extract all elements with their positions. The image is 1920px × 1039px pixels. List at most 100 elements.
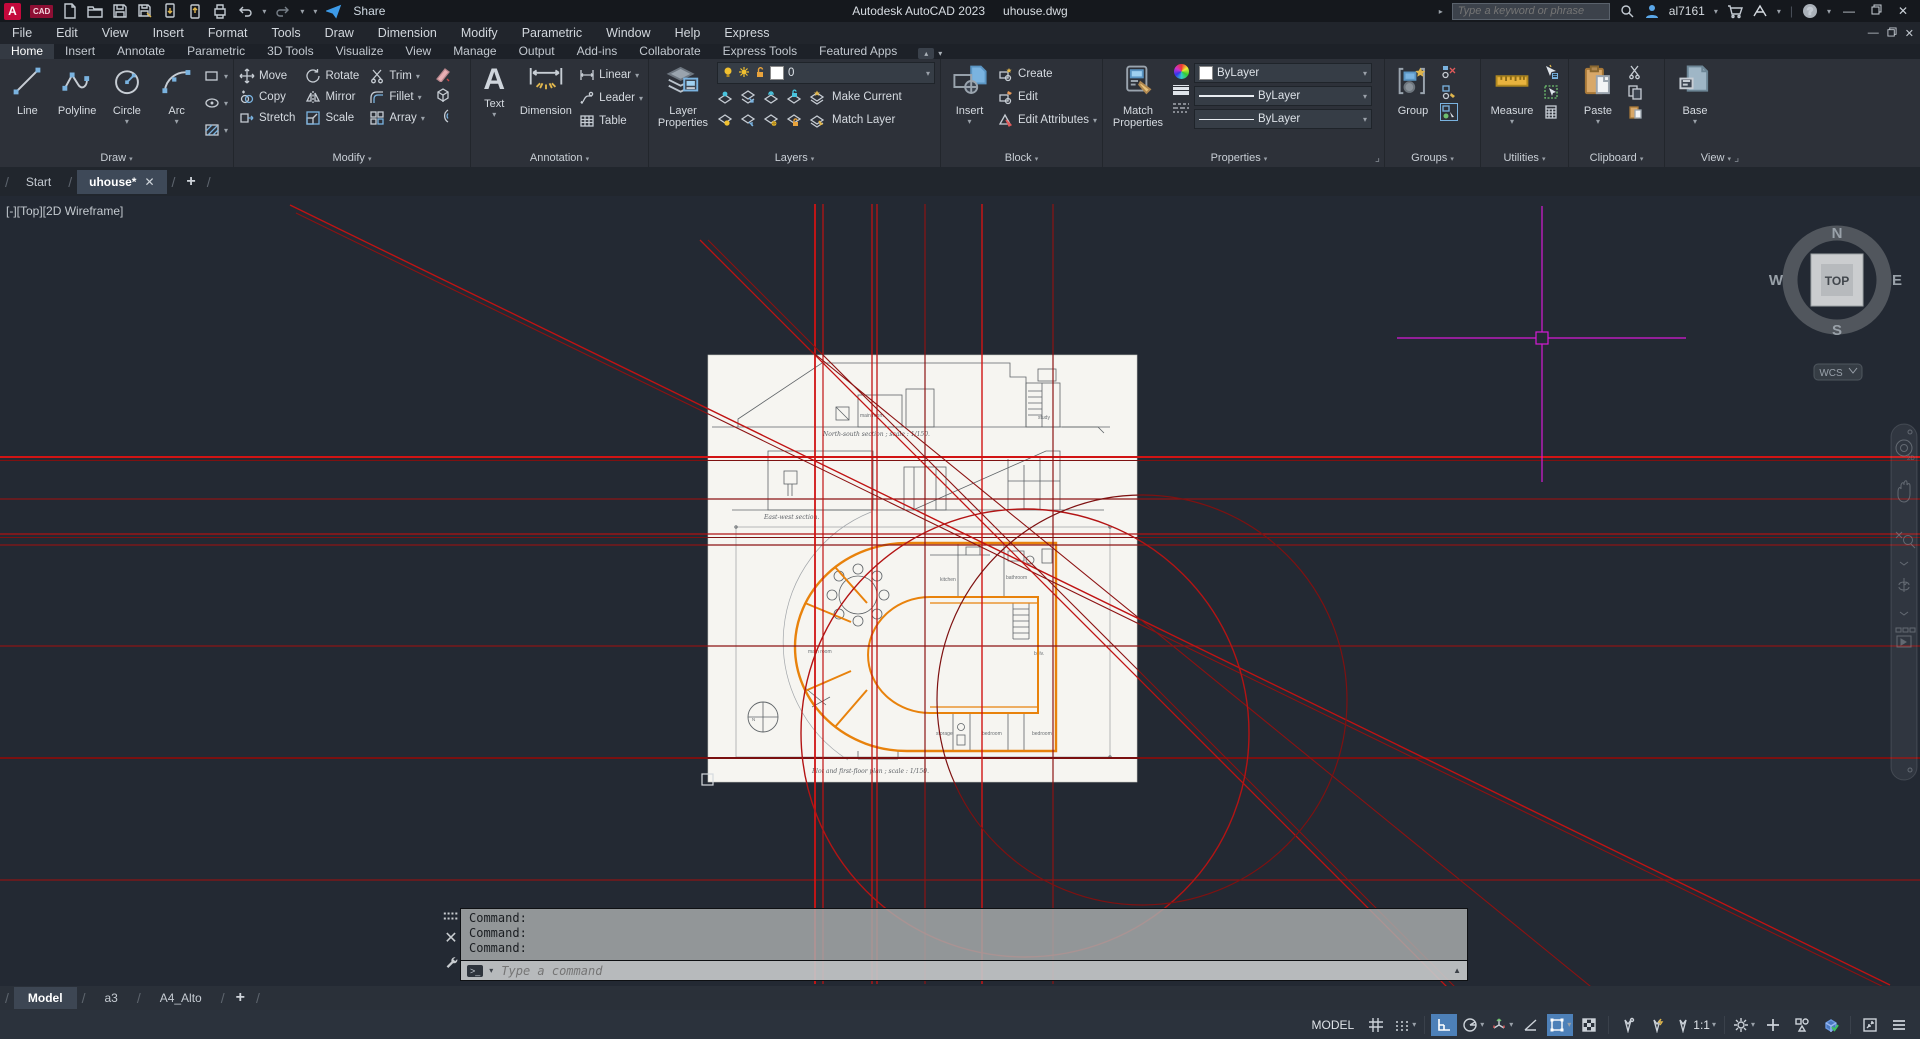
layer-freeze-icon[interactable] xyxy=(763,89,779,105)
new-drawing-tab-button[interactable]: + xyxy=(180,173,201,191)
save-as-icon[interactable] xyxy=(137,3,153,19)
app-minimize-button[interactable]: — xyxy=(1840,4,1858,18)
ribbon-minimize-button[interactable]: ▴ xyxy=(918,48,935,59)
menu-file[interactable]: File xyxy=(0,22,44,44)
paste-caret[interactable]: ▾ xyxy=(1596,117,1600,126)
arc-caret[interactable]: ▾ xyxy=(175,117,179,126)
autodesk-caret[interactable]: ▾ xyxy=(1777,7,1781,16)
ellipse-icon[interactable] xyxy=(204,95,220,111)
arc-button[interactable]: Arc ▾ xyxy=(154,62,199,151)
open-from-web-icon[interactable] xyxy=(162,3,178,19)
line-button[interactable]: Line xyxy=(5,62,50,151)
viewcube[interactable]: TOP N S W E WCS xyxy=(1769,225,1902,381)
layer-select-combo[interactable]: 0 ▾ xyxy=(717,62,935,84)
undo-caret[interactable]: ▾ xyxy=(262,7,266,16)
ribbon-tab-home[interactable]: Home xyxy=(0,44,55,59)
panel-label-modify[interactable]: Modify ▾ xyxy=(234,151,470,167)
explode-icon[interactable] xyxy=(435,87,451,103)
quick-select-icon[interactable] xyxy=(1543,64,1559,80)
open-folder-icon[interactable] xyxy=(87,3,104,19)
fillet-caret[interactable]: ▾ xyxy=(418,93,422,102)
view-launcher-icon[interactable]: ⌟ xyxy=(1734,152,1739,164)
app-close-button[interactable]: ✕ xyxy=(1894,4,1912,18)
share-icon[interactable] xyxy=(326,3,342,19)
layer-lock-icon[interactable] xyxy=(786,89,802,105)
panel-label-view[interactable]: View ▾ ⌟ xyxy=(1665,151,1775,167)
customize-menu-button[interactable] xyxy=(1886,1014,1912,1036)
measure-button[interactable]: Measure ▾ xyxy=(1486,62,1538,151)
ribbon-tab-parametric[interactable]: Parametric xyxy=(176,44,256,59)
select-similar-icon[interactable] xyxy=(1543,84,1559,100)
user-avatar-icon[interactable] xyxy=(1644,3,1660,19)
command-window[interactable]: Command: Command: Command: >_ ▾ ▲ xyxy=(460,908,1468,981)
linear-button[interactable]: Linear ▾ xyxy=(579,65,643,85)
match-layer-label[interactable]: Match Layer xyxy=(832,114,895,126)
viewcube-west[interactable]: W xyxy=(1769,272,1784,289)
new-file-icon[interactable] xyxy=(62,3,78,19)
doc-close-button[interactable]: ✕ xyxy=(1905,27,1914,40)
command-close-icon[interactable]: ✕ xyxy=(444,928,457,948)
layer-isolate-icon[interactable] xyxy=(740,89,756,105)
menu-parametric[interactable]: Parametric xyxy=(510,22,594,44)
hatch-icon[interactable] xyxy=(204,122,220,138)
menu-modify[interactable]: Modify xyxy=(449,22,510,44)
ribbon-tab-output[interactable]: Output xyxy=(508,44,566,59)
array-caret[interactable]: ▾ xyxy=(421,114,425,123)
new-layout-button[interactable]: + xyxy=(230,989,251,1007)
menu-window[interactable]: Window xyxy=(594,22,662,44)
make-current-icon[interactable] xyxy=(809,89,825,105)
fillet-button[interactable]: Fillet ▾ xyxy=(369,87,425,107)
panel-label-groups[interactable]: Groups ▾ xyxy=(1385,151,1480,167)
measure-caret[interactable]: ▾ xyxy=(1510,117,1514,126)
snap-caret[interactable]: ▾ xyxy=(1412,1020,1416,1029)
mirror-button[interactable]: Mirror xyxy=(305,87,359,107)
autodesk-logo-icon[interactable] xyxy=(1752,3,1768,19)
user-caret[interactable]: ▾ xyxy=(1714,7,1718,16)
help-icon[interactable]: ? xyxy=(1802,3,1818,19)
save-icon[interactable] xyxy=(112,3,128,19)
leader-caret[interactable]: ▾ xyxy=(639,94,643,103)
linetype-icon[interactable] xyxy=(1173,101,1189,119)
copy-button[interactable]: Copy xyxy=(239,87,295,107)
viewcube-top-label[interactable]: TOP xyxy=(1825,274,1849,288)
save-to-web-icon[interactable] xyxy=(187,3,203,19)
ribbon-minimize-caret[interactable]: ▾ xyxy=(938,49,942,58)
layer-properties-button[interactable]: Layer Properties xyxy=(654,62,712,151)
isodraft-toggle[interactable]: ▾ xyxy=(1489,1014,1515,1036)
ribbon-tab-expresstools[interactable]: Express Tools xyxy=(712,44,808,59)
menu-edit[interactable]: Edit xyxy=(44,22,90,44)
drawing-canvas[interactable]: main room study main room kitchen bathro… xyxy=(0,196,1920,1039)
workspace-caret[interactable]: ▾ xyxy=(1751,1020,1755,1029)
viewport-controls[interactable]: [-][Top][2D Wireframe] xyxy=(6,204,123,218)
search-input[interactable] xyxy=(1451,2,1610,20)
trim-caret[interactable]: ▾ xyxy=(416,72,420,81)
circle-button[interactable]: Circle ▾ xyxy=(105,62,150,151)
annotation-autoscale-toggle[interactable] xyxy=(1644,1014,1670,1036)
insert-caret[interactable]: ▾ xyxy=(968,117,972,126)
ribbon-tab-visualize[interactable]: Visualize xyxy=(325,44,395,59)
panel-label-layers[interactable]: Layers ▾ xyxy=(649,151,940,167)
command-recent-caret[interactable]: ▾ xyxy=(489,966,493,975)
color-wheel-icon[interactable] xyxy=(1173,64,1189,79)
search-expand-arrow[interactable]: ▸ xyxy=(1439,7,1443,16)
redo-caret[interactable]: ▾ xyxy=(300,7,304,16)
navigation-bar[interactable]: 2D xyxy=(1890,423,1918,781)
menu-insert[interactable]: Insert xyxy=(141,22,196,44)
object-color-combo[interactable]: ByLayer ▾ xyxy=(1194,63,1372,83)
layer-match-icon[interactable] xyxy=(740,112,756,128)
otrack-toggle[interactable] xyxy=(1518,1014,1544,1036)
annotation-scale-button[interactable]: 1:1 ▾ xyxy=(1673,1014,1718,1036)
command-input[interactable] xyxy=(499,962,1448,979)
ribbon-tab-insert[interactable]: Insert xyxy=(54,44,106,59)
graphics-performance-button[interactable] xyxy=(1818,1014,1844,1036)
file-tab-uhouse[interactable]: uhouse* ✕ xyxy=(77,169,167,194)
ribbon-tab-addins[interactable]: Add-ins xyxy=(566,44,629,59)
rectangle-caret[interactable]: ▾ xyxy=(224,72,228,81)
block-create-button[interactable]: Create xyxy=(998,64,1097,84)
menu-format[interactable]: Format xyxy=(196,22,260,44)
erase-icon[interactable] xyxy=(435,66,451,82)
ribbon-tab-manage[interactable]: Manage xyxy=(442,44,507,59)
snap-toggle[interactable]: ▾ xyxy=(1392,1014,1418,1036)
group-button[interactable]: Group xyxy=(1390,62,1436,151)
layer-unlock2-icon[interactable] xyxy=(786,112,802,128)
